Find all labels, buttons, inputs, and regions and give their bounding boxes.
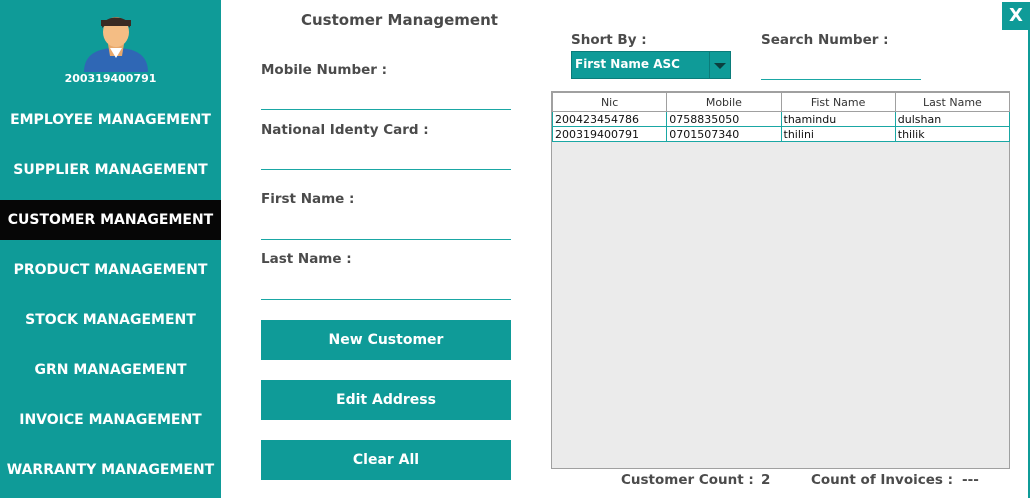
- table-cell[interactable]: 0701507340: [666, 126, 782, 142]
- mobile-number-input[interactable]: [261, 87, 511, 110]
- new-customer-button[interactable]: New Customer: [261, 320, 511, 360]
- last-name-input[interactable]: [261, 277, 511, 300]
- table-cell[interactable]: thamindu: [780, 111, 896, 127]
- user-avatar-icon: [84, 17, 148, 72]
- table-row[interactable]: 200319400791 0701507340 thilini thilik: [551, 126, 1011, 142]
- table-cell[interactable]: 0758835050: [666, 111, 782, 127]
- mobile-number-label: Mobile Number :: [261, 62, 388, 78]
- invoice-count-label: Count of Invoices :: [811, 472, 954, 488]
- customer-count-value: 2: [761, 472, 771, 488]
- column-header-nic[interactable]: Nic: [551, 92, 668, 112]
- table-row[interactable]: 200423454786 0758835050 thamindu dulshan: [551, 111, 1011, 127]
- table-cell[interactable]: 200423454786: [551, 111, 668, 127]
- invoice-count-value: ---: [962, 472, 979, 488]
- sort-by-value: First Name ASC: [575, 57, 680, 71]
- chevron-down-icon[interactable]: [709, 52, 730, 78]
- last-name-label: Last Name :: [261, 251, 352, 267]
- table-cell[interactable]: thilini: [780, 126, 896, 142]
- sidebar: 200319400791 EMPLOYEE MANAGEMENT SUPPLIE…: [0, 0, 221, 498]
- nav-supplier-management[interactable]: SUPPLIER MANAGEMENT: [0, 150, 221, 190]
- close-button[interactable]: X: [1002, 2, 1030, 30]
- search-number-input[interactable]: [761, 57, 921, 80]
- customer-table: Nic Mobile Fist Name Last Name 200423454…: [551, 91, 1011, 469]
- column-header-first-name[interactable]: Fist Name: [780, 92, 896, 112]
- nav-grn-management[interactable]: GRN MANAGEMENT: [0, 350, 221, 390]
- column-header-last-name[interactable]: Last Name: [894, 92, 1011, 112]
- nav-employee-management[interactable]: EMPLOYEE MANAGEMENT: [0, 100, 221, 140]
- nic-label: National Identy Card :: [261, 122, 429, 138]
- nav-stock-management[interactable]: STOCK MANAGEMENT: [0, 300, 221, 340]
- nav-invoice-management[interactable]: INVOICE MANAGEMENT: [0, 400, 221, 440]
- nav-customer-management[interactable]: CUSTOMER MANAGEMENT: [0, 200, 221, 240]
- customer-count-label: Customer Count :: [621, 472, 754, 488]
- column-header-mobile[interactable]: Mobile: [666, 92, 782, 112]
- nav-warranty-management[interactable]: WARRANTY MANAGEMENT: [0, 450, 221, 490]
- user-id: 200319400791: [64, 72, 157, 85]
- table-cell[interactable]: dulshan: [894, 111, 1011, 127]
- table-cell[interactable]: 200319400791: [551, 126, 668, 142]
- nav-product-management[interactable]: PRODUCT MANAGEMENT: [0, 250, 221, 290]
- table-cell[interactable]: thilik: [894, 126, 1011, 142]
- page-title: Customer Management: [301, 11, 498, 29]
- clear-all-button[interactable]: Clear All: [261, 440, 511, 480]
- sort-by-select[interactable]: First Name ASC: [571, 51, 731, 79]
- sort-by-label: Short By :: [571, 32, 647, 48]
- search-number-label: Search Number :: [761, 32, 889, 48]
- table-header-row: Nic Mobile Fist Name Last Name: [551, 92, 1011, 112]
- edit-address-button[interactable]: Edit Address: [261, 380, 511, 420]
- first-name-label: First Name :: [261, 191, 355, 207]
- first-name-input[interactable]: [261, 217, 511, 240]
- nic-input[interactable]: [261, 147, 511, 170]
